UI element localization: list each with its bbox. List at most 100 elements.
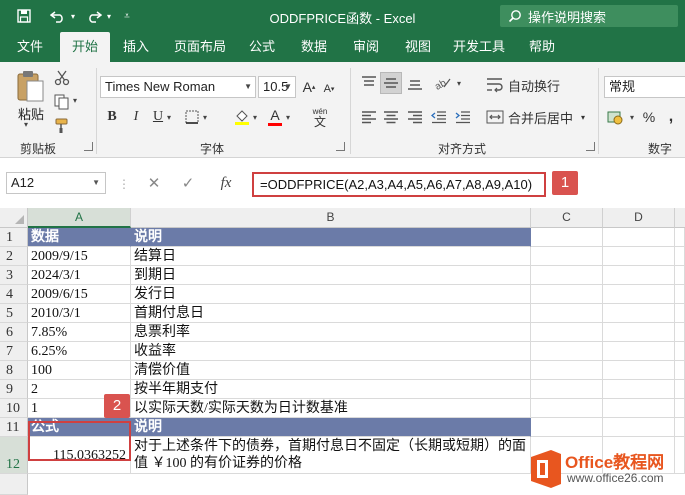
row-header[interactable]: 11 [0,418,28,437]
empty-cell[interactable] [603,285,675,304]
empty-cell[interactable] [675,247,685,266]
column-header-b[interactable]: B [131,208,531,228]
fill-color-icon[interactable] [232,106,252,128]
empty-cell[interactable] [531,304,603,323]
accounting-dropdown-icon[interactable]: ▾ [630,113,634,122]
underline-button[interactable]: U [150,106,166,128]
format-painter-icon[interactable] [52,116,72,136]
cell-b12[interactable]: 对于上述条件下的债券，首期付息日不固定（长期或短期）的面值 ￥100 的有价证券… [131,437,531,474]
bottom-align-icon[interactable] [404,72,426,94]
cell-b6[interactable]: 息票利率 [131,323,531,342]
cell-b7[interactable]: 收益率 [131,342,531,361]
tab-developer[interactable]: 开发工具 [446,32,512,62]
tab-review[interactable]: 审阅 [344,32,388,62]
insert-function-button[interactable]: fx [212,172,240,194]
empty-cell[interactable] [531,323,603,342]
font-name-combo[interactable]: Times New Roman ▼ [100,76,256,98]
redo-dropdown-icon[interactable]: ▾ [104,6,114,26]
undo-dropdown-icon[interactable]: ▾ [68,6,78,26]
align-left-icon[interactable] [358,106,380,128]
column-header-c[interactable]: C [531,208,603,228]
empty-cell[interactable] [603,323,675,342]
formula-input[interactable]: =ODDFPRICE(A2,A3,A4,A5,A6,A7,A8,A9,A10) [252,172,546,197]
name-box[interactable]: A12 ▼ [6,172,106,194]
column-header-d[interactable]: D [603,208,675,228]
undo-icon[interactable] [48,6,68,26]
wrap-text-button[interactable]: 自动换行 [486,74,596,96]
empty-cell[interactable] [531,228,603,247]
shrink-font-icon[interactable]: A ▾ [320,78,338,100]
cell-a11[interactable]: 公式 [28,418,131,437]
empty-cell[interactable] [531,418,603,437]
empty-cell[interactable] [675,228,685,247]
empty-cell[interactable] [531,399,603,418]
alignment-launcher-icon[interactable] [586,142,595,151]
tab-data[interactable]: 数据 [292,32,336,62]
row-header[interactable] [0,474,28,495]
redo-icon[interactable] [84,6,104,26]
comma-style-button[interactable]: , [662,106,680,128]
tab-formulas[interactable]: 公式 [240,32,284,62]
orientation-icon[interactable]: ab [430,72,456,94]
cell-b4[interactable]: 发行日 [131,285,531,304]
cancel-icon[interactable]: ✕ [140,172,168,194]
tab-help[interactable]: 帮助 [520,32,564,62]
borders-icon[interactable] [182,107,202,127]
row-header[interactable]: 9 [0,380,28,399]
cell-b5[interactable]: 首期付息日 [131,304,531,323]
phonetic-guide-icon[interactable]: wén 文 [306,106,334,128]
row-header[interactable]: 2 [0,247,28,266]
empty-cell[interactable] [603,418,675,437]
tab-view[interactable]: 视图 [396,32,440,62]
column-header-e[interactable] [675,208,685,228]
tell-me-search[interactable]: 操作说明搜索 [500,5,678,27]
align-right-icon[interactable] [404,106,426,128]
cell-a5[interactable]: 2010/3/1 [28,304,131,323]
top-align-icon[interactable] [358,72,380,94]
fill-color-dropdown-icon[interactable]: ▾ [253,113,257,122]
empty-cell[interactable] [603,266,675,285]
font-size-combo[interactable]: 10.5 ▼ [258,76,296,98]
font-launcher-icon[interactable] [336,142,345,151]
customize-quick-access-icon[interactable]: ⩡ [120,6,134,26]
formula-bar-grip-icon[interactable]: ⋮ [118,177,130,191]
empty-cell[interactable] [531,380,603,399]
row-header[interactable]: 8 [0,361,28,380]
paste-dropdown-icon[interactable]: ▾ [24,120,28,129]
cell-b3[interactable]: 到期日 [131,266,531,285]
cell-a7[interactable]: 6.25% [28,342,131,361]
row-header[interactable]: 5 [0,304,28,323]
borders-dropdown-icon[interactable]: ▾ [203,113,207,122]
cell-b10[interactable]: 以实际天数/实际天数为日计数基准 [131,399,531,418]
cut-icon[interactable] [52,68,72,88]
merge-center-button[interactable]: 合并后居中 ▾ [486,106,596,128]
decrease-indent-icon[interactable] [428,106,450,128]
font-color-icon[interactable]: A [266,106,284,128]
cell-b11[interactable]: 说明 [131,418,531,437]
row-header[interactable]: 1 [0,228,28,247]
accounting-format-icon[interactable] [604,106,628,128]
italic-button[interactable]: I [128,106,144,128]
tab-page-layout[interactable]: 页面布局 [166,32,234,62]
cell-b1[interactable]: 说明 [131,228,531,247]
column-header-a[interactable]: A [28,208,131,228]
empty-cell[interactable] [675,304,685,323]
cell-b8[interactable]: 清偿价值 [131,361,531,380]
row-header[interactable]: 12 [0,437,28,474]
paste-label[interactable]: 粘贴 [14,104,48,123]
enter-icon[interactable]: ✓ [174,172,202,194]
empty-cell[interactable] [531,266,603,285]
empty-cell[interactable] [531,247,603,266]
empty-cell[interactable] [675,380,685,399]
empty-cell[interactable] [675,399,685,418]
tab-file[interactable]: 文件 [8,32,52,62]
empty-cell[interactable] [531,361,603,380]
save-icon[interactable] [14,6,34,26]
cell-b9[interactable]: 按半年期支付 [131,380,531,399]
cell-a12[interactable]: 115.0363252 [28,437,131,474]
tab-home[interactable]: 开始 [60,32,110,62]
empty-cell[interactable] [603,399,675,418]
cell-b2[interactable]: 结算日 [131,247,531,266]
cell-a4[interactable]: 2009/6/15 [28,285,131,304]
number-format-combo[interactable]: 常规 [604,76,685,98]
